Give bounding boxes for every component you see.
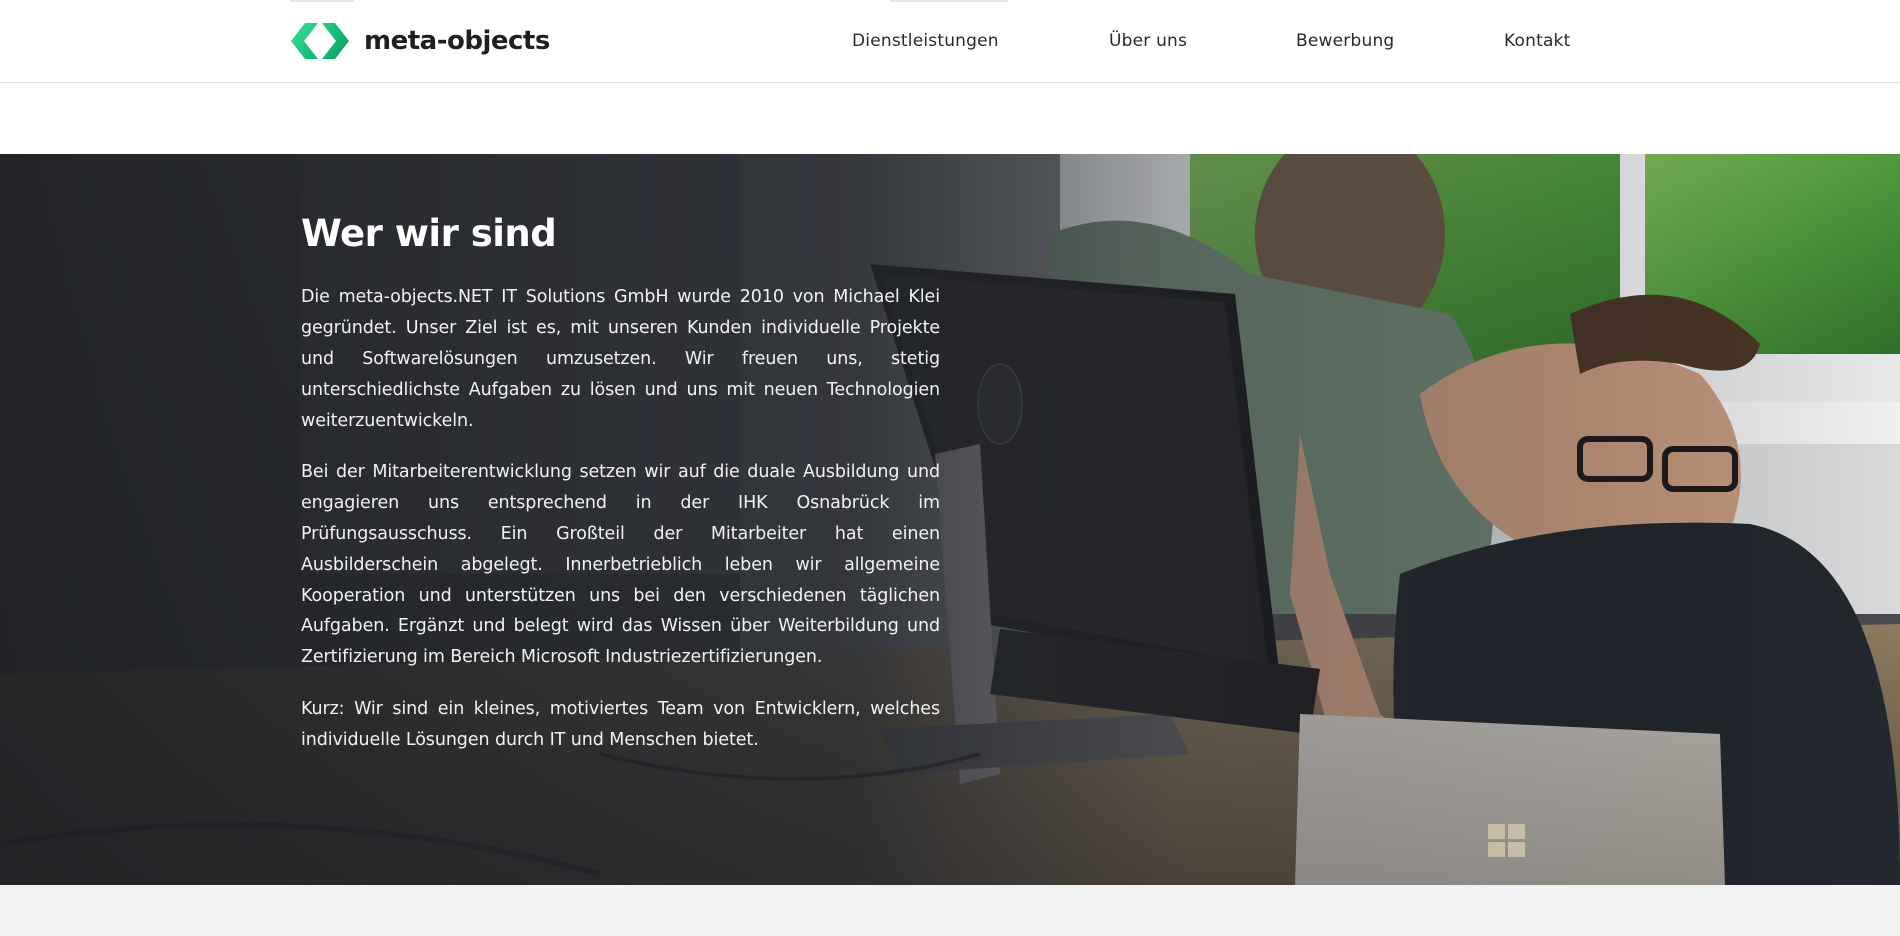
nav-item-dienstleistungen[interactable]: Dienstleistungen — [852, 31, 999, 51]
hero-paragraph-summary: Kurz: Wir sind ein kleines, motiviertes … — [301, 698, 940, 750]
hero-paragraph-intro: Die meta-objects.NET IT Solutions GmbH w… — [301, 287, 940, 431]
hero-text-block: Wer wir sind Die meta-objects.NET IT Sol… — [301, 212, 940, 777]
next-section-band — [0, 885, 1900, 936]
site-header: meta-objects Dienstleistungen Über uns B… — [0, 0, 1900, 83]
hero-section: Wer wir sind Die meta-objects.NET IT Sol… — [0, 154, 1900, 885]
main-navigation: Dienstleistungen Über uns Bewerbung Kont… — [0, 0, 1900, 83]
nav-item-bewerbung[interactable]: Bewerbung — [1296, 31, 1394, 51]
hero-paragraph-training: Bei der Mitarbeiterentwicklung setzen wi… — [301, 462, 940, 668]
nav-item-ueber-uns[interactable]: Über uns — [1109, 31, 1187, 51]
hero-team-photo — [0, 154, 1900, 885]
nav-item-kontakt[interactable]: Kontakt — [1504, 31, 1570, 51]
hero-title: Wer wir sind — [301, 212, 557, 255]
